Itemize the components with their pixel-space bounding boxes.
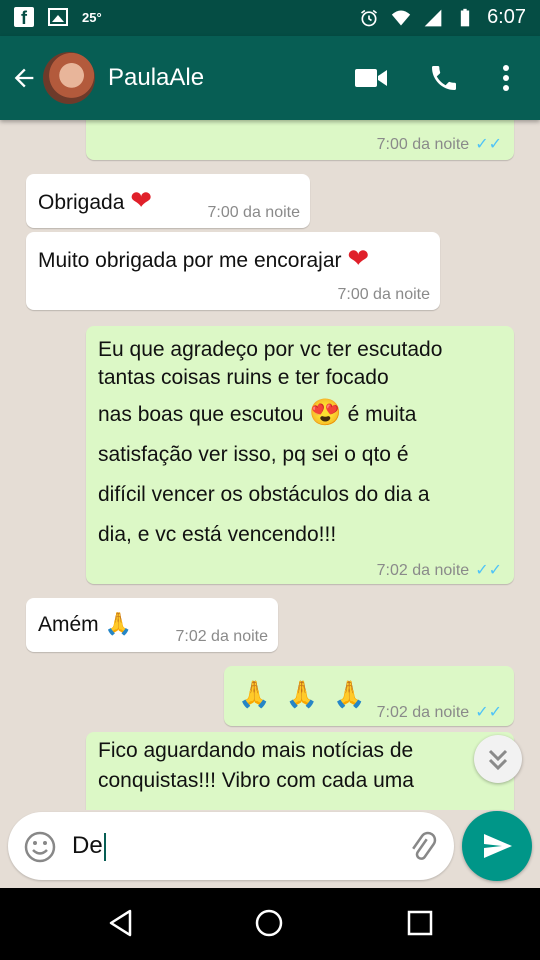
message-line: conquistas!!! Vibro com cada uma xyxy=(98,769,414,792)
alarm-icon xyxy=(361,9,378,26)
read-receipt-icon: ✓✓ xyxy=(475,562,502,579)
message-list[interactable]: 7:00 da noite ✓✓ Obrigada ❤ 7:00 da noite… xyxy=(0,120,540,810)
paperclip-icon[interactable] xyxy=(406,830,440,864)
message-input[interactable]: De xyxy=(72,832,106,861)
nav-recent-apps-icon[interactable] xyxy=(406,909,434,937)
chat-header: PaulaAle xyxy=(0,36,540,120)
video-call-icon[interactable] xyxy=(354,66,388,90)
message-line: difícil vencer os obstáculos do dia a xyxy=(98,483,430,506)
message-time: 7:00 da noite xyxy=(207,204,300,221)
signal-icon xyxy=(424,9,442,26)
praying-hands-emoji-row: 🙏 🙏 🙏 xyxy=(238,679,370,709)
red-heart-emoji: ❤ xyxy=(130,185,153,215)
system-navigation-bar xyxy=(0,888,540,960)
nav-home-icon[interactable] xyxy=(254,908,284,938)
message-line: nas boas que escutou xyxy=(98,403,304,426)
heart-eyes-emoji: 😍 xyxy=(309,397,342,427)
message-bubble-outgoing[interactable]: Eu que agradeço por vc ter escutado tant… xyxy=(86,326,514,584)
message-line: Fico aguardando mais notícias de xyxy=(98,739,414,762)
contact-name[interactable]: PaulaAle xyxy=(108,64,204,92)
praying-hands-emoji: 🙏 xyxy=(104,611,132,636)
send-icon xyxy=(484,834,512,858)
message-bubble-incoming[interactable]: Amém 🙏 7:02 da noite xyxy=(26,598,278,652)
message-input-bar: De xyxy=(8,812,454,880)
message-text: Amém xyxy=(38,613,99,636)
text-cursor xyxy=(103,832,106,861)
read-receipt-icon: ✓✓ xyxy=(475,704,502,721)
message-bubble-incoming[interactable]: Obrigada ❤ 7:00 da noite xyxy=(26,174,310,228)
phone-call-icon[interactable] xyxy=(428,62,460,94)
message-line: é muita xyxy=(347,403,417,426)
message-bubble-outgoing[interactable]: 🙏 🙏 🙏 7:02 da noite ✓✓ xyxy=(224,666,514,726)
message-bubble-outgoing[interactable]: 7:00 da noite ✓✓ xyxy=(86,120,514,160)
emoji-icon[interactable] xyxy=(23,830,57,864)
temperature: 25° xyxy=(82,9,102,25)
status-bar: f 25° 6:07 xyxy=(0,0,540,36)
clock: 6:07 xyxy=(487,6,526,28)
image-notification-icon xyxy=(48,8,68,26)
message-text: Obrigada xyxy=(38,191,125,214)
send-button[interactable] xyxy=(462,811,532,881)
message-time: 7:00 da noite xyxy=(337,286,430,303)
message-bubble-outgoing[interactable]: Fico aguardando mais notícias de conquis… xyxy=(86,732,514,810)
back-arrow-icon[interactable] xyxy=(10,64,38,92)
scroll-to-bottom-button[interactable] xyxy=(474,735,522,783)
message-text: Muito obrigada por me encorajar xyxy=(38,249,342,272)
contact-avatar[interactable] xyxy=(43,52,95,104)
read-receipt-icon: ✓✓ xyxy=(475,136,502,153)
message-meta: 7:00 da noite ✓✓ xyxy=(376,136,502,153)
facebook-notification-icon: f xyxy=(14,7,34,28)
nav-back-icon[interactable] xyxy=(106,908,136,938)
message-time: 7:02 da noite xyxy=(175,628,268,645)
message-meta: 7:02 da noite ✓✓ xyxy=(376,704,502,721)
battery-icon xyxy=(460,8,470,26)
red-heart-emoji: ❤ xyxy=(347,243,370,273)
wifi-icon xyxy=(391,10,411,25)
more-options-icon[interactable] xyxy=(498,64,514,92)
message-line: dia, e vc está vencendo!!! xyxy=(98,523,337,546)
double-chevron-down-icon xyxy=(488,749,508,771)
message-line: satisfação ver isso, pq sei o qto é xyxy=(98,443,409,466)
message-bubble-incoming[interactable]: Muito obrigada por me encorajar ❤ 7:00 d… xyxy=(26,232,440,310)
message-meta: 7:02 da noite ✓✓ xyxy=(376,562,502,579)
